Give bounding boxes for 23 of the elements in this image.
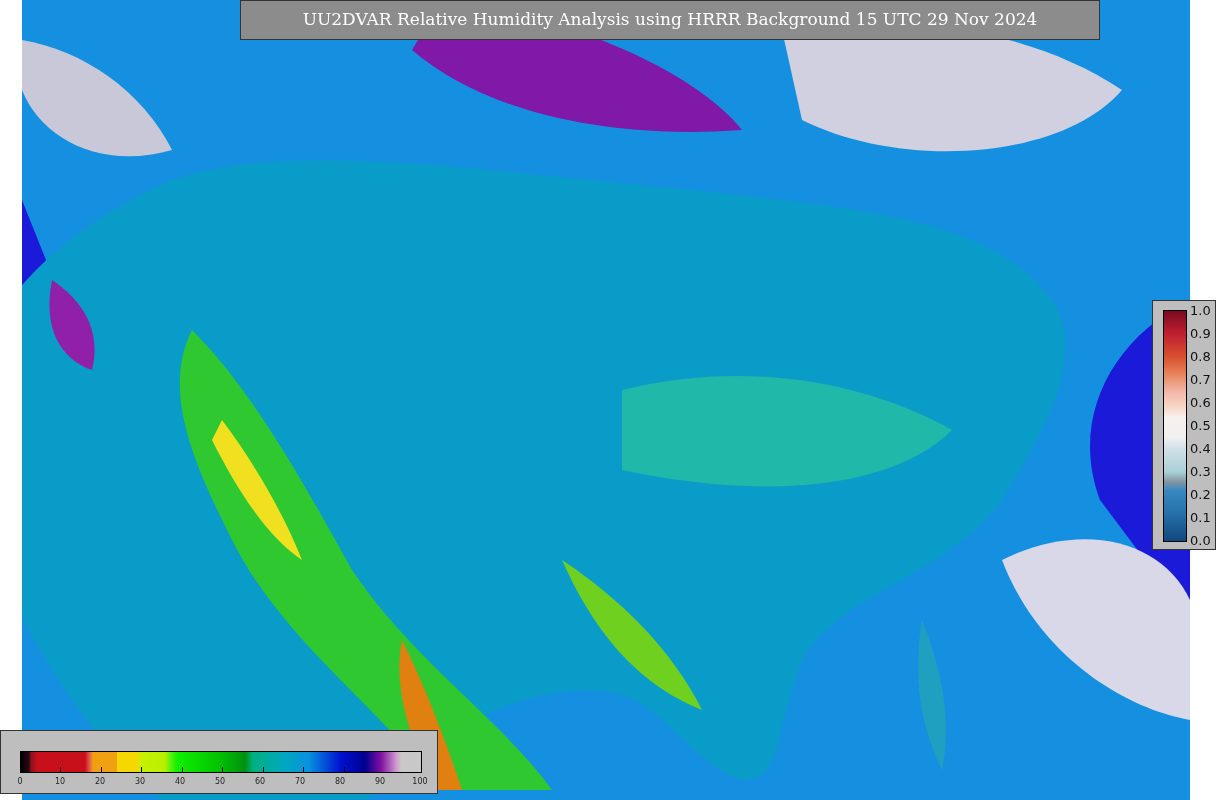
scale-tick-label: 0.8 <box>1190 348 1211 366</box>
scale-tick-label: 0.9 <box>1190 325 1211 343</box>
scale-tick-label: 10 <box>53 776 67 786</box>
scale-tick-label: 40 <box>173 776 187 786</box>
scale-tick-label: 60 <box>253 776 267 786</box>
scale-tick-label: 100 <box>411 776 429 786</box>
scale-tick-label: 1.0 <box>1190 302 1211 320</box>
scale-tick-label: 0.4 <box>1190 440 1211 458</box>
scale-tick-label: 30 <box>133 776 147 786</box>
scale-tick-label: 0.0 <box>1190 532 1211 550</box>
scale-tick-label: 0.7 <box>1190 371 1211 389</box>
scale-tick-label: 0 <box>16 776 24 786</box>
scale-tick-label: 0.2 <box>1190 486 1211 504</box>
scale-tick-label: 80 <box>333 776 347 786</box>
scale-tick-label: 70 <box>293 776 307 786</box>
scale-tick-label: 0.5 <box>1190 417 1211 435</box>
scale-tick-label: 20 <box>93 776 107 786</box>
scale-tick-label: 0.6 <box>1190 394 1211 412</box>
scale-tick-label: 0.3 <box>1190 463 1211 481</box>
scale-tick-label: 90 <box>373 776 387 786</box>
scale-tick-label: 0.1 <box>1190 509 1211 527</box>
scale-tick-label: 50 <box>213 776 227 786</box>
map-title: UU2DVAR Relative Humidity Analysis using HRRR Background 15 UTC 29 Nov 2024 <box>240 0 1100 40</box>
